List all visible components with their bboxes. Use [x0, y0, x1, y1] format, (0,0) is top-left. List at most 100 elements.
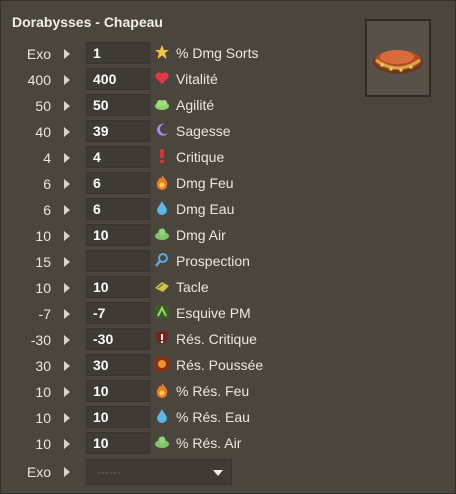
stat-label: % Dmg Sorts [176, 45, 259, 61]
transfer-arrow-icon[interactable] [64, 309, 70, 319]
transfer-arrow-icon[interactable] [64, 205, 70, 215]
stat-label: % Rés. Eau [176, 409, 250, 425]
transfer-arrow-icon[interactable] [64, 361, 70, 371]
fire-icon [154, 174, 170, 190]
stat-base-value: 6 [43, 202, 51, 218]
stat-input[interactable]: 39 [86, 120, 150, 142]
stat-input[interactable]: -30 [86, 328, 150, 350]
magnifier-icon [154, 252, 170, 268]
tackle-icon [154, 278, 170, 294]
transfer-arrow-icon[interactable] [64, 179, 70, 189]
stat-row: -30 -30 Rés. Critique [1, 327, 456, 353]
stat-row: 50 50 Agilité [1, 93, 456, 119]
cloud-icon [154, 96, 170, 112]
stat-base-value: 10 [35, 410, 51, 426]
water-drop-icon [154, 200, 170, 216]
stat-row: 400 400 Vitalité [1, 67, 456, 93]
stat-base-value: 15 [35, 254, 51, 270]
stat-base-value: 4 [43, 150, 51, 166]
item-title: Dorabysses - Chapeau [12, 14, 163, 30]
stat-row: 40 39 Sagesse [1, 119, 456, 145]
air-icon [154, 434, 170, 450]
stat-row: 10 10 Dmg Air [1, 223, 456, 249]
stat-label: Agilité [176, 97, 215, 113]
stat-input[interactable]: 6 [86, 172, 150, 194]
transfer-arrow-icon[interactable] [64, 153, 70, 163]
stat-row: 10 10 Tacle [1, 275, 456, 301]
transfer-arrow-icon[interactable] [64, 75, 70, 85]
stat-input[interactable]: 10 [86, 432, 150, 454]
dodge-icon [154, 304, 170, 320]
stat-label: % Rés. Air [176, 435, 242, 451]
stat-label: Dmg Feu [176, 175, 234, 191]
stat-input[interactable]: 10 [86, 406, 150, 428]
stat-label: Rés. Critique [176, 331, 257, 347]
stat-base-value: -7 [38, 306, 51, 322]
moon-icon [154, 122, 170, 138]
stat-input[interactable]: 50 [86, 94, 150, 116]
shield-critical-icon [154, 330, 170, 346]
stat-row: -7 -7 Esquive PM [1, 301, 456, 327]
stat-row: 6 6 Dmg Feu [1, 171, 456, 197]
stat-label: Vitalité [176, 71, 218, 87]
transfer-arrow-icon[interactable] [64, 49, 70, 59]
stat-row: Exo 1 % Dmg Sorts [1, 41, 456, 67]
stat-input[interactable] [86, 250, 150, 272]
stat-label: Critique [176, 149, 225, 165]
stat-label: Dmg Eau [176, 201, 235, 217]
stat-row: 10 10 % Rés. Feu [1, 379, 456, 405]
star-icon [154, 44, 170, 60]
exo-row: Exo ------ [1, 459, 456, 485]
transfer-arrow-icon[interactable] [64, 231, 70, 241]
stat-base-value: 40 [35, 124, 51, 140]
transfer-arrow-icon [64, 467, 70, 477]
stat-input[interactable]: 400 [86, 68, 150, 90]
stat-input[interactable]: -7 [86, 302, 150, 324]
stat-base-value: 50 [35, 98, 51, 114]
stat-label: Esquive PM [176, 305, 251, 321]
stat-base-value: Exo [26, 46, 51, 62]
transfer-arrow-icon[interactable] [64, 413, 70, 423]
exo-select[interactable]: ------ [86, 459, 232, 485]
transfer-arrow-icon[interactable] [64, 439, 70, 449]
stat-base-value: -30 [30, 332, 51, 348]
stat-base-value: 10 [35, 384, 51, 400]
transfer-arrow-icon[interactable] [64, 335, 70, 345]
stat-input[interactable]: 30 [86, 354, 150, 376]
stat-row: 4 4 Critique [1, 145, 456, 171]
chevron-down-icon [213, 470, 223, 476]
push-resist-icon [154, 356, 170, 372]
stat-base-value: 400 [27, 72, 51, 88]
transfer-arrow-icon[interactable] [64, 127, 70, 137]
stat-row: 15 Prospection [1, 249, 456, 275]
stat-input[interactable]: 10 [86, 276, 150, 298]
stat-base-value: 10 [35, 436, 51, 452]
air-icon [154, 226, 170, 242]
stat-input[interactable]: 10 [86, 380, 150, 402]
stat-label: Dmg Air [176, 227, 226, 243]
exo-select-value: ------ [97, 465, 121, 479]
exo-base-label: Exo [26, 464, 51, 480]
transfer-arrow-icon[interactable] [64, 101, 70, 111]
stat-row: 10 10 % Rés. Eau [1, 405, 456, 431]
stat-base-value: 10 [35, 228, 51, 244]
stat-input[interactable]: 4 [86, 146, 150, 168]
stat-input[interactable]: 10 [86, 224, 150, 246]
stat-label: Sagesse [176, 123, 231, 139]
exclamation-icon [154, 148, 170, 164]
stat-label: % Rés. Feu [176, 383, 250, 399]
item-panel: Dorabysses - Chapeau Exo 1% Dmg Sorts 400 4… [0, 0, 456, 494]
stat-input[interactable]: 6 [86, 198, 150, 220]
transfer-arrow-icon[interactable] [64, 387, 70, 397]
stat-row: 10 10 % Rés. Air [1, 431, 456, 457]
stat-label: Prospection [176, 253, 250, 269]
stat-base-value: 10 [35, 280, 51, 296]
transfer-arrow-icon[interactable] [64, 283, 70, 293]
transfer-arrow-icon[interactable] [64, 257, 70, 267]
fire-icon [154, 382, 170, 398]
stat-input[interactable]: 1 [86, 42, 150, 64]
stat-base-value: 6 [43, 176, 51, 192]
stat-label: Rés. Poussée [176, 357, 264, 373]
heart-icon [154, 70, 170, 86]
stat-base-value: 30 [35, 358, 51, 374]
